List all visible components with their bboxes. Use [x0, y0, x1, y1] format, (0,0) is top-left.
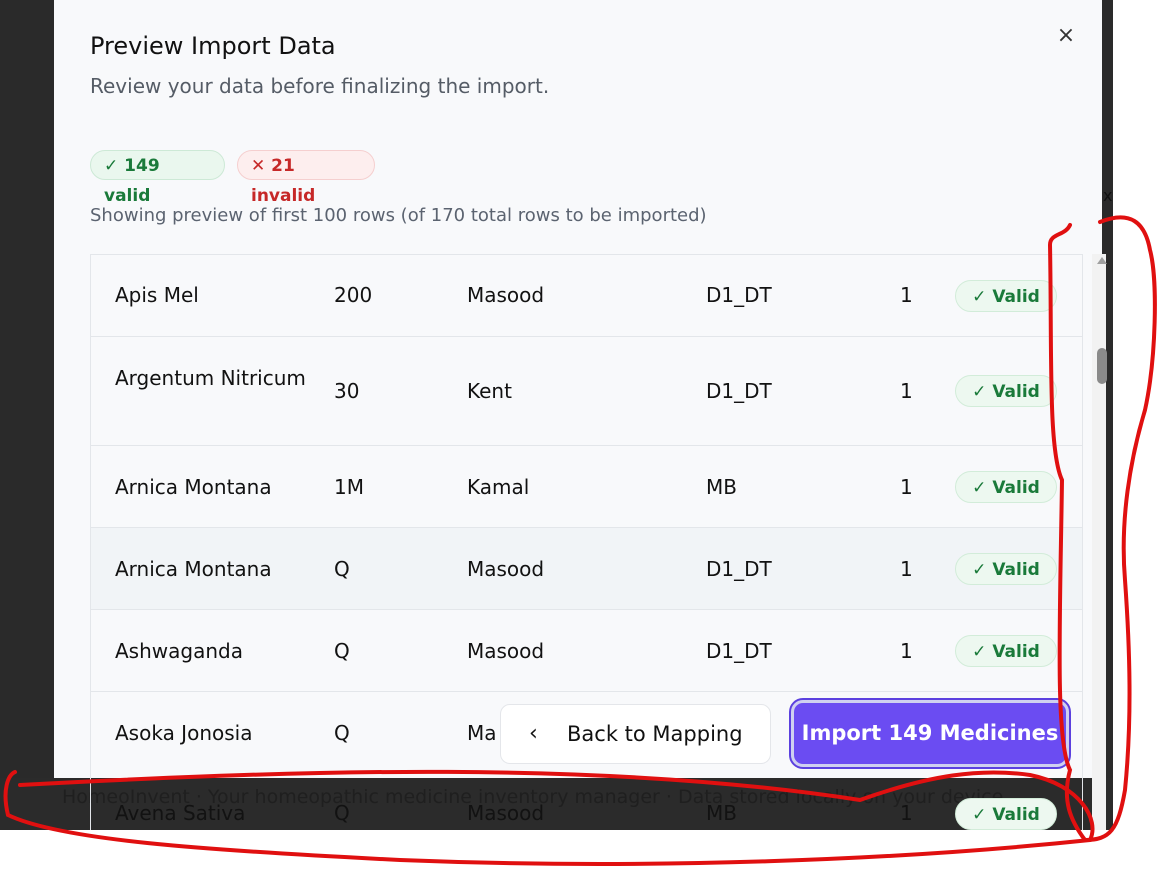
status-badge: ✓ Valid — [955, 280, 1057, 312]
cell-brand: Kamal — [467, 475, 530, 499]
cell-name: Apis Mel — [115, 283, 199, 307]
cell-brand: Kent — [467, 379, 512, 403]
status-badge: ✓ Valid — [955, 553, 1057, 585]
cell-location: D1_DT — [706, 557, 772, 581]
scrollbar[interactable] — [1092, 254, 1106, 830]
cell-brand: Masood — [467, 639, 545, 663]
cell-location: D1_DT — [706, 379, 772, 403]
table-row: Argentum Nitricum 30 Kent D1_DT 1 ✓ Vali… — [90, 336, 1082, 446]
cell-quantity: 1 — [900, 639, 913, 663]
cell-name: Arnica Montana — [115, 557, 272, 581]
cell-quantity: 1 — [900, 283, 913, 307]
table-row: Arnica Montana Q Masood D1_DT 1 ✓ Valid — [90, 527, 1082, 610]
background-close-icon: x — [1103, 186, 1113, 205]
cell-brand: Masood — [467, 283, 545, 307]
cell-quantity: 1 — [900, 557, 913, 581]
cell-name: Avena Sativa — [115, 801, 246, 825]
table-row: Arnica Montana 1M Kamal MB 1 ✓ Valid — [90, 445, 1082, 528]
cell-brand: Masood — [467, 801, 545, 825]
scroll-up-icon[interactable] — [1097, 257, 1107, 264]
table-row: Apis Mel 200 Masood D1_DT 1 ✓ Valid — [90, 254, 1082, 337]
table-row: Ashwaganda Q Masood D1_DT 1 ✓ Valid — [90, 609, 1082, 692]
chevron-left-icon: ‹ — [529, 721, 538, 746]
cell-potency: 1M — [334, 475, 364, 499]
close-icon[interactable]: × — [1052, 22, 1080, 50]
status-badge: ✓ Valid — [955, 471, 1057, 503]
import-medicines-button[interactable]: Import 149 Medicines — [789, 698, 1071, 769]
cell-potency: Q — [334, 557, 350, 581]
invalid-count-badge: ✕ 21 invalid — [237, 150, 375, 206]
back-button-label: Back to Mapping — [567, 722, 743, 746]
table-border — [1082, 254, 1083, 830]
cell-brand: Masood — [467, 557, 545, 581]
status-badge: ✓ Valid — [955, 798, 1057, 830]
cell-brand: Ma — [467, 721, 497, 745]
cell-potency: Q — [334, 721, 350, 745]
table-border — [90, 254, 91, 830]
cell-quantity: 1 — [900, 475, 913, 499]
cell-location: MB — [706, 475, 737, 499]
cell-name: Argentum Nitricum — [115, 366, 306, 390]
back-to-mapping-button[interactable]: ‹ Back to Mapping — [500, 704, 771, 764]
cell-potency: 30 — [334, 379, 360, 403]
cell-potency: Q — [334, 639, 350, 663]
status-badge: ✓ Valid — [955, 635, 1057, 667]
scrollbar-thumb[interactable] — [1097, 348, 1107, 384]
modal-subtitle: Review your data before finalizing the i… — [90, 74, 550, 98]
cell-name: Ashwaganda — [115, 639, 243, 663]
cell-name: Asoka Jonosia — [115, 721, 253, 745]
cell-potency: Q — [334, 801, 350, 825]
cell-location: D1_DT — [706, 283, 772, 307]
preview-note: Showing preview of first 100 rows (of 17… — [90, 205, 707, 226]
cell-name: Arnica Montana — [115, 475, 272, 499]
overlay-left — [0, 0, 54, 830]
cell-location: MB — [706, 801, 737, 825]
cell-quantity: 1 — [900, 801, 913, 825]
modal-title: Preview Import Data — [90, 32, 336, 60]
status-badge: ✓ Valid — [955, 375, 1057, 407]
cell-location: D1_DT — [706, 639, 772, 663]
cell-quantity: 1 — [900, 379, 913, 403]
cell-potency: 200 — [334, 283, 373, 307]
valid-count-badge: ✓ 149 valid — [90, 150, 225, 206]
